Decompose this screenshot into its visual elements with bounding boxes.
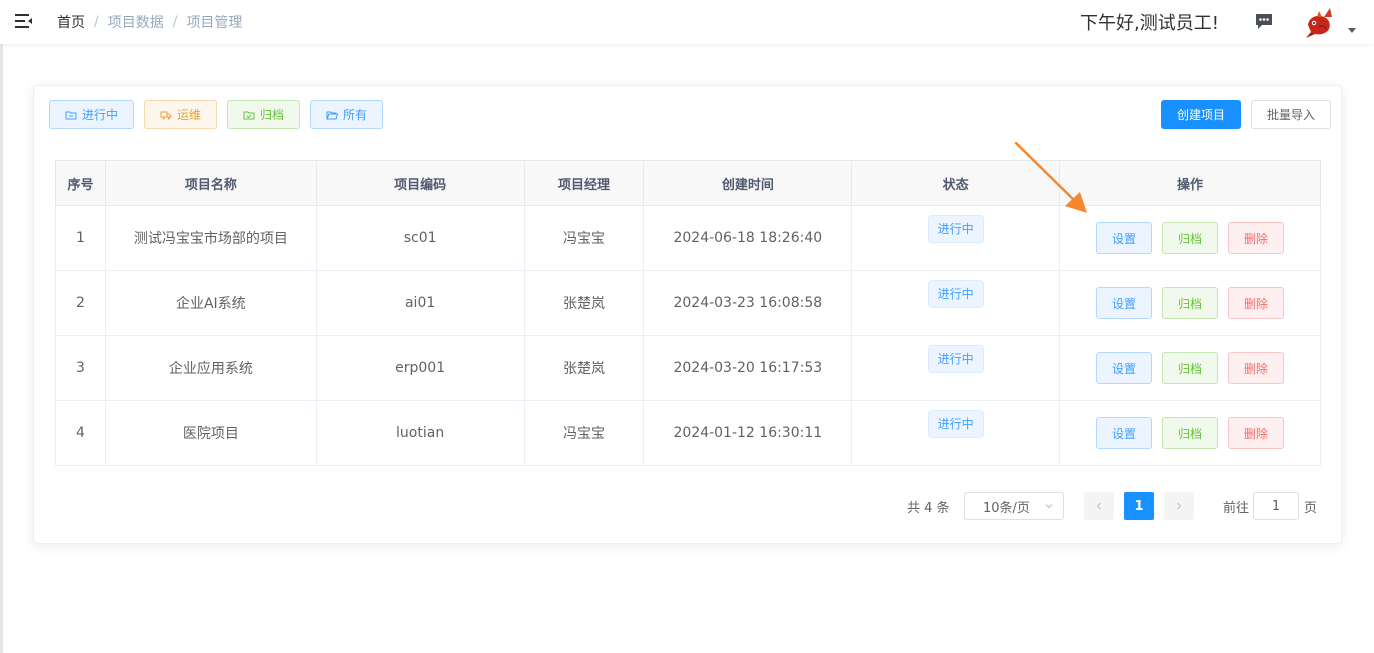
delete-button[interactable]: 删除 (1228, 352, 1285, 384)
filter-label: 运维 (176, 108, 201, 122)
project-manager: 冯宝宝 (523, 205, 645, 271)
goto-label: 前往 (1223, 500, 1250, 516)
status-badge: 进行中 (927, 410, 984, 438)
greeting-text: 下午好,测试员工! (1080, 13, 1219, 34)
page-size-select[interactable]: 10条/页 (964, 492, 1064, 520)
project-code: ai01 (315, 270, 525, 336)
column-header: 项目经理 (523, 160, 645, 206)
column-header: 项目编码 (315, 160, 525, 206)
status-cell: 进行中 (851, 270, 1061, 336)
project-name: 测试冯宝宝市场部的项目 (104, 205, 317, 271)
breadcrumb: 首页 / 项目数据 / 项目管理 (57, 12, 242, 32)
folder-icon (65, 111, 77, 119)
archive-button[interactable]: 归档 (1162, 287, 1219, 319)
created-time: 2024-03-23 16:08:58 (643, 270, 853, 336)
settings-button[interactable]: 设置 (1096, 417, 1153, 449)
status-cell: 进行中 (851, 335, 1061, 401)
settings-button[interactable]: 设置 (1096, 352, 1153, 384)
project-name: 企业AI系统 (104, 270, 317, 336)
table-row: 4 医院项目 luotian 冯宝宝 2024-01-12 16:30:11 进… (55, 400, 1321, 466)
column-header: 操作 (1059, 160, 1321, 206)
column-header: 创建时间 (643, 160, 853, 206)
operations-cell: 设置 归档 删除 (1059, 270, 1321, 336)
breadcrumb-project-data[interactable]: 项目数据 (108, 12, 164, 32)
truck-icon (160, 111, 172, 119)
chat-icon[interactable] (1254, 11, 1274, 31)
prev-page-button[interactable] (1084, 492, 1114, 520)
filter-all-button[interactable]: 所有 (310, 100, 383, 129)
next-page-button[interactable] (1164, 492, 1194, 520)
create-project-button[interactable]: 创建项目 (1161, 100, 1241, 129)
status-cell: 进行中 (851, 400, 1061, 466)
archive-button[interactable]: 归档 (1162, 222, 1219, 254)
delete-button[interactable]: 删除 (1228, 417, 1285, 449)
navbar: 首页 / 项目数据 / 项目管理 下午好,测试员工! (0, 0, 1374, 44)
page-number-current[interactable]: 1 (1124, 492, 1154, 520)
filter-in-progress-button[interactable]: 进行中 (49, 100, 134, 129)
project-manager: 张楚岚 (523, 270, 645, 336)
folder-open-icon (326, 111, 338, 119)
breadcrumb-separator: / (94, 14, 99, 30)
breadcrumb-separator: / (172, 14, 178, 30)
operations-cell: 设置 归档 删除 (1059, 400, 1321, 466)
row-index: 1 (55, 205, 106, 271)
chevron-left-icon (1096, 502, 1101, 510)
pagination-total: 共 4 条 (907, 500, 950, 516)
row-index: 2 (55, 270, 106, 336)
folder-check-icon (243, 111, 255, 119)
created-time: 2024-01-12 16:30:11 (643, 400, 853, 466)
breadcrumb-home[interactable]: 首页 (57, 12, 85, 32)
chevron-right-icon (1177, 502, 1182, 510)
row-index: 4 (55, 400, 106, 466)
status-badge: 进行中 (927, 280, 984, 308)
column-header: 序号 (55, 160, 106, 206)
operations-cell: 设置 归档 删除 (1059, 335, 1321, 401)
status-badge: 进行中 (927, 215, 984, 243)
project-code: erp001 (315, 335, 525, 401)
created-time: 2024-03-20 16:17:53 (643, 335, 853, 401)
delete-button[interactable]: 删除 (1228, 222, 1285, 254)
settings-button[interactable]: 设置 (1096, 287, 1153, 319)
project-name: 企业应用系统 (104, 335, 317, 401)
chevron-down-icon (1045, 504, 1053, 509)
filter-maintenance-button[interactable]: 运维 (144, 100, 217, 129)
project-code: luotian (315, 400, 525, 466)
delete-button[interactable]: 删除 (1228, 287, 1285, 319)
goto-page-input[interactable] (1253, 492, 1299, 520)
settings-button[interactable]: 设置 (1096, 222, 1153, 254)
status-cell: 进行中 (851, 205, 1061, 271)
column-header: 状态 (851, 160, 1061, 206)
status-badge: 进行中 (927, 345, 984, 373)
filter-label: 所有 (342, 108, 367, 122)
project-manager: 冯宝宝 (523, 400, 645, 466)
filter-label: 进行中 (81, 108, 118, 122)
archive-button[interactable]: 归档 (1162, 352, 1219, 384)
caret-down-icon[interactable] (1348, 28, 1356, 33)
batch-import-button[interactable]: 批量导入 (1251, 100, 1331, 129)
project-manager: 张楚岚 (523, 335, 645, 401)
project-name: 医院项目 (104, 400, 317, 466)
project-table: 序号 项目名称 项目编码 项目经理 创建时间 状态 操作 1 测试冯宝宝市场部的… (55, 160, 1321, 466)
archive-button[interactable]: 归档 (1162, 417, 1219, 449)
table-row: 2 企业AI系统 ai01 张楚岚 2024-03-23 16:08:58 进行… (55, 270, 1321, 336)
page-unit-label: 页 (1304, 500, 1318, 516)
table-row: 1 测试冯宝宝市场部的项目 sc01 冯宝宝 2024-06-18 18:26:… (55, 205, 1321, 271)
left-edge-border (0, 0, 3, 653)
filter-archived-button[interactable]: 归档 (227, 100, 300, 129)
project-card: 进行中 运维 归档 所有 创建项目 批量导入 序号 项目名称 项目编码 项目经理… (33, 85, 1342, 544)
operations-cell: 设置 归档 删除 (1059, 205, 1321, 271)
breadcrumb-project-management: 项目管理 (186, 15, 243, 31)
created-time: 2024-06-18 18:26:40 (643, 205, 853, 271)
table-header-row: 序号 项目名称 项目编码 项目经理 创建时间 状态 操作 (55, 160, 1321, 206)
column-header: 项目名称 (104, 160, 317, 206)
project-code: sc01 (315, 205, 525, 271)
fish-avatar-icon[interactable] (1305, 5, 1335, 39)
row-index: 3 (55, 335, 106, 401)
table-row: 3 企业应用系统 erp001 张楚岚 2024-03-20 16:17:53 … (55, 335, 1321, 401)
page-size-value: 10条/页 (983, 500, 1030, 516)
hamburger-icon[interactable] (14, 11, 34, 31)
filter-label: 归档 (259, 108, 284, 122)
